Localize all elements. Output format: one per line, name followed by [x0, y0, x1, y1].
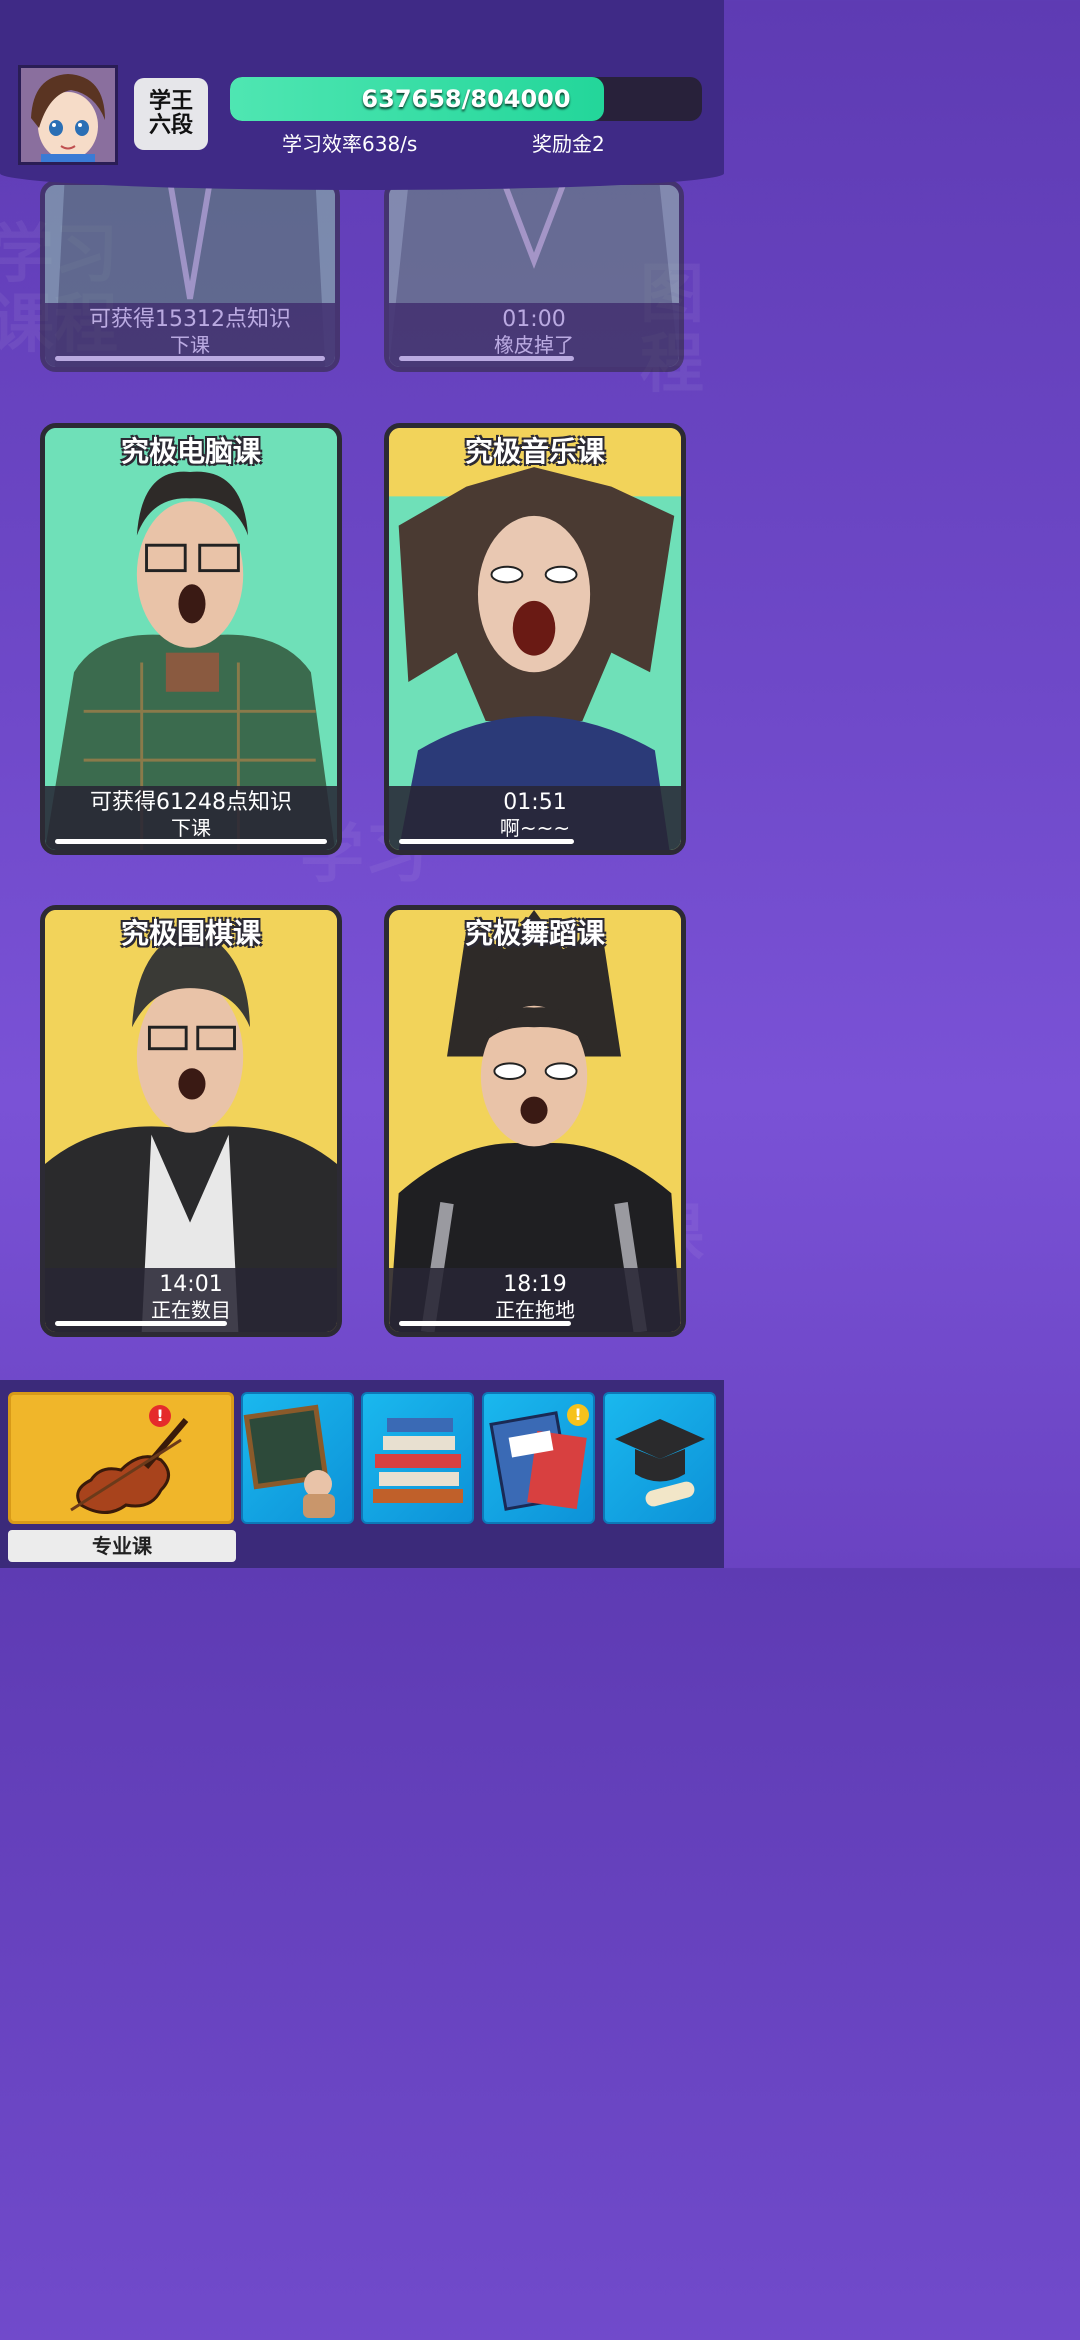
card-progress: [55, 1321, 227, 1326]
card-event: 正在拖地: [495, 1298, 575, 1322]
card-timer: 01:00: [502, 307, 566, 332]
card-timer: 14:01: [159, 1272, 223, 1297]
card-title: 究极电脑课: [120, 435, 261, 468]
study-rate: 学习效率638/s: [282, 132, 418, 156]
class-card-1[interactable]: 可获得15312点知识 下课: [40, 180, 340, 372]
progress-text: 637658/804000: [361, 85, 571, 113]
card-event: 正在数目: [151, 1298, 231, 1322]
card-progress: [55, 356, 325, 361]
card-timer: 18:19: [503, 1272, 567, 1297]
book-stack-icon: [373, 1418, 463, 1503]
card-title: 究极音乐课: [464, 435, 605, 468]
tab-major-course[interactable]: !: [8, 1392, 234, 1524]
class-card-music[interactable]: 究极音乐课 01:51 啊~~~: [384, 423, 686, 855]
top-status-bar: 学王 六段 637658/804000 学习效率638/s 奖励金2: [0, 0, 724, 190]
alert-badge: !: [149, 1405, 171, 1427]
card-status: 可获得15312点知识: [89, 307, 291, 332]
class-card-dance[interactable]: 究极舞蹈课 18:19 正在拖地: [384, 905, 686, 1337]
card-action: 下课: [171, 816, 211, 840]
card-progress: [399, 839, 574, 844]
class-card-computer[interactable]: 究极电脑课 可获得61248点知识 下课: [40, 423, 342, 855]
violin-icon: [70, 1418, 189, 1514]
class-card-2[interactable]: 01:00 橡皮掉了: [384, 180, 684, 372]
tab-library[interactable]: [361, 1392, 474, 1524]
card-progress: [399, 1321, 571, 1326]
rank-badge: 学王 六段: [134, 78, 208, 150]
reward-money: 奖励金2: [532, 132, 605, 156]
tab-label-major-course: 专业课: [8, 1530, 236, 1562]
card-title: 究极围棋课: [120, 917, 261, 950]
card-progress: [399, 356, 574, 361]
card-action: 下课: [170, 333, 210, 357]
card-status: 可获得61248点知识: [90, 790, 292, 815]
class-card-go[interactable]: 究极围棋课 14:01 正在数目: [40, 905, 342, 1337]
card-timer: 01:51: [503, 790, 567, 815]
knowledge-progress-bar: 637658/804000: [230, 77, 702, 121]
alert-badge: !: [567, 1404, 589, 1426]
graduation-cap-icon: [615, 1419, 705, 1507]
rank-label: 学王 六段: [148, 89, 193, 138]
card-event: 橡皮掉了: [494, 333, 574, 357]
tab-graduation[interactable]: [603, 1392, 716, 1524]
tab-composition[interactable]: !: [482, 1392, 595, 1524]
card-title: 究极舞蹈课: [464, 917, 605, 950]
tab-classroom[interactable]: [241, 1392, 354, 1524]
card-event: 啊~~~: [499, 816, 571, 840]
player-avatar[interactable]: [18, 65, 118, 165]
blackboard-icon: [243, 1404, 335, 1518]
card-progress: [55, 839, 327, 844]
